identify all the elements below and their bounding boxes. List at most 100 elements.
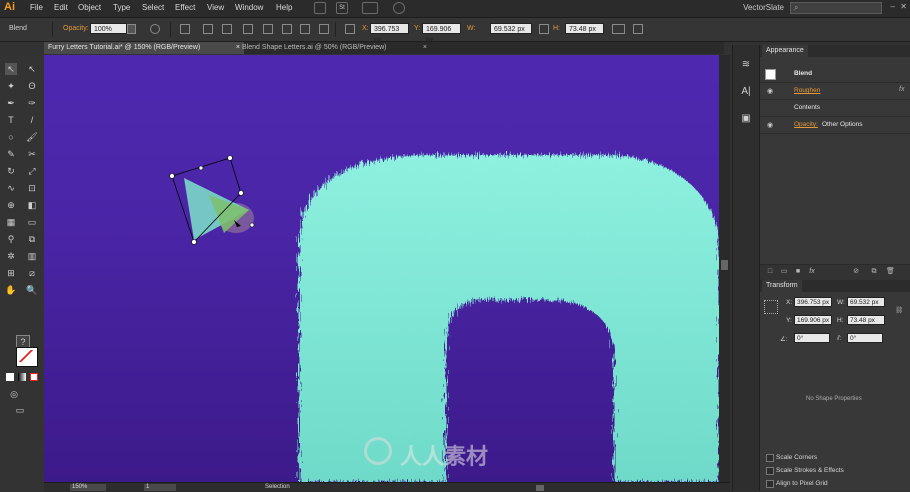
transform-title[interactable]: Transform <box>762 280 802 292</box>
arrange-documents-icon[interactable] <box>362 2 378 14</box>
gradient-tool-icon[interactable]: ▭ <box>26 216 38 228</box>
scale-tool-icon[interactable]: ⤢ <box>26 165 38 177</box>
menu-type[interactable]: Type <box>113 3 130 12</box>
opacity-field[interactable]: 100% <box>90 23 127 34</box>
gpu-performance-icon[interactable] <box>393 2 405 14</box>
opacity-label[interactable]: Opacity: <box>63 25 89 32</box>
duplicate-item-icon[interactable]: ⧉ <box>870 268 878 276</box>
horizontal-scroll-thumb[interactable] <box>536 485 544 491</box>
transform-options-icon[interactable] <box>612 24 625 34</box>
appearance-row-opacity[interactable]: ◉ Opacity: Other Options <box>760 116 910 134</box>
perspective-grid-tool-icon[interactable]: ▦ <box>5 216 17 228</box>
fx-icon[interactable]: fx <box>899 86 904 93</box>
h-field[interactable]: 73.48 px <box>565 23 604 34</box>
tab-close-icon[interactable]: × <box>423 42 427 54</box>
x-field[interactable]: 396.753 px <box>370 23 409 44</box>
add-fill-icon[interactable]: ■ <box>794 268 802 276</box>
appearance-row-contents[interactable]: Contents <box>760 99 910 117</box>
draw-mode-icon[interactable]: ◎ <box>8 388 20 400</box>
direct-selection-tool-icon[interactable]: ↖ <box>26 63 38 75</box>
row-label[interactable]: Roughen <box>794 87 820 94</box>
align-left-icon[interactable] <box>180 24 190 34</box>
distribute-icon[interactable] <box>300 24 310 34</box>
warp-tool-icon[interactable]: ∿ <box>5 182 17 194</box>
artboard-canvas[interactable]: 人人素材 <box>44 55 719 482</box>
search-input[interactable]: ⌕ <box>790 2 882 14</box>
align-bottom-icon[interactable] <box>282 24 292 34</box>
align-pixel-grid-checkbox[interactable] <box>766 480 774 488</box>
menu-edit[interactable]: Edit <box>54 3 68 12</box>
artboard-page-field[interactable]: 1 <box>144 484 176 491</box>
opacity-dropdown-icon[interactable] <box>127 24 136 34</box>
add-effect-icon[interactable]: fx <box>808 268 816 276</box>
layers-icon[interactable]: ≋ <box>740 59 752 71</box>
symbol-sprayer-tool-icon[interactable]: ✲ <box>5 250 17 262</box>
shape-builder-tool-icon[interactable]: ⊕ <box>5 199 17 211</box>
distribute-center-icon[interactable] <box>319 24 329 34</box>
reference-point-icon[interactable] <box>764 300 778 314</box>
appearance-row-blend[interactable]: Blend <box>760 65 910 83</box>
rotate-tool-icon[interactable]: ↻ <box>5 165 17 177</box>
align-right-icon[interactable] <box>222 24 232 34</box>
scale-corners-checkbox[interactable] <box>766 454 774 462</box>
shear-field[interactable]: 0° <box>847 333 883 343</box>
rotate-field[interactable]: 0° <box>794 333 830 343</box>
workspace-switcher[interactable]: VectorSlate <box>743 3 784 12</box>
y-field[interactable]: 169.906 px <box>422 23 461 44</box>
curvature-tool-icon[interactable]: ✑ <box>26 97 38 109</box>
eyedropper-tool-icon[interactable]: ⚲ <box>5 233 17 245</box>
align-center-icon[interactable] <box>203 24 213 34</box>
align-top-icon[interactable] <box>243 24 253 34</box>
line-tool-icon[interactable]: / <box>26 114 38 126</box>
menu-help[interactable]: Help <box>276 3 292 12</box>
constrain-proportions-icon[interactable] <box>539 24 549 34</box>
pen-tool-icon[interactable]: ✒ <box>5 97 17 109</box>
clear-appearance-icon[interactable]: ⊘ <box>852 268 860 276</box>
type-tool-icon[interactable]: T <box>5 114 17 126</box>
artboard-tool-icon[interactable]: ⊞ <box>5 267 17 279</box>
magic-wand-tool-icon[interactable]: ✦ <box>5 80 17 92</box>
align-middle-icon[interactable] <box>263 24 273 34</box>
menu-select[interactable]: Select <box>142 3 164 12</box>
panel-menu-icon[interactable] <box>633 24 643 34</box>
artboards-icon[interactable]: ▣ <box>740 113 752 125</box>
ellipse-tool-icon[interactable]: ○ <box>5 131 17 143</box>
minimize-icon[interactable]: – <box>891 2 895 11</box>
add-stroke-icon[interactable]: ▭ <box>780 268 788 276</box>
w-field[interactable]: 69.532 px <box>490 23 532 34</box>
selection-tool-icon[interactable]: ↖ <box>5 63 17 75</box>
visibility-eye-icon[interactable]: ◉ <box>767 87 773 95</box>
menu-view[interactable]: View <box>207 3 224 12</box>
bridge-icon[interactable] <box>314 2 326 14</box>
menu-window[interactable]: Window <box>235 3 263 12</box>
blend-tool-icon[interactable]: ⧉ <box>26 233 38 245</box>
x-field[interactable]: 396.753 px <box>794 297 832 307</box>
appearance-title[interactable]: Appearance <box>762 45 808 57</box>
zoom-tool-icon[interactable]: 🔍 <box>26 284 38 296</box>
close-window-icon[interactable]: ✕ <box>900 2 907 11</box>
stroke-none-icon[interactable] <box>19 350 33 362</box>
y-field[interactable]: 169.906 px <box>794 315 832 325</box>
none-mode-icon[interactable] <box>30 373 38 381</box>
live-paint-tool-icon[interactable]: ◧ <box>26 199 38 211</box>
menu-effect[interactable]: Effect <box>175 3 195 12</box>
scale-strokes-checkbox[interactable] <box>766 467 774 475</box>
visibility-eye-icon[interactable]: ◉ <box>767 121 773 129</box>
tab-furry-letters[interactable]: Furry Letters Tutorial.ai* @ 150% (RGB/P… <box>44 42 244 54</box>
delete-item-icon[interactable]: 🗑 <box>886 268 895 276</box>
lasso-tool-icon[interactable]: ʘ <box>26 80 38 92</box>
hand-tool-icon[interactable]: ✋ <box>5 284 17 296</box>
blend-shape[interactable] <box>169 155 255 245</box>
screen-mode-icon[interactable]: ▭ <box>14 404 26 416</box>
graph-tool-icon[interactable]: ▥ <box>26 250 38 262</box>
character-icon[interactable]: A| <box>740 86 752 98</box>
menu-object[interactable]: Object <box>78 3 101 12</box>
reference-point-icon[interactable] <box>345 24 355 34</box>
status-mode[interactable]: Selection <box>265 484 290 490</box>
recolor-artwork-icon[interactable] <box>150 24 160 34</box>
scissors-tool-icon[interactable]: ✂ <box>26 148 38 160</box>
tab-blend-shape-letters[interactable]: Blend Shape Letters.ai @ 50% (RGB/Previe… <box>238 42 431 54</box>
h-field[interactable]: 73.48 px <box>847 315 885 325</box>
gradient-mode-icon[interactable] <box>18 373 26 381</box>
stock-icon[interactable]: St <box>336 2 348 14</box>
